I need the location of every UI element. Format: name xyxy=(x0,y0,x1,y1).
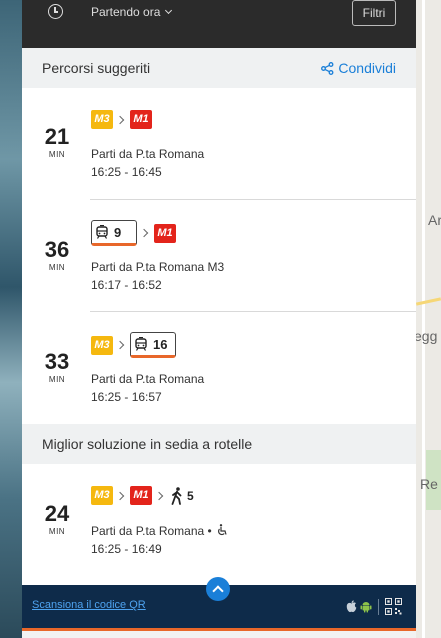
duration-minutes: 21 xyxy=(44,124,70,149)
tram-line-number: 9 xyxy=(114,224,122,240)
tram-line-number: 16 xyxy=(153,336,168,352)
departure-stop-text: Parti da P.ta Romana • xyxy=(91,524,212,538)
tram-line-badge: 16 xyxy=(130,332,176,358)
share-button[interactable]: Condividi xyxy=(321,60,396,76)
chevron-right-icon xyxy=(115,340,125,350)
tram-line-badge: 9 xyxy=(91,220,137,246)
metro-m3-badge: M3 xyxy=(91,335,113,355)
section-title: Percorsi suggeriti xyxy=(42,60,151,76)
map-label: egg xyxy=(416,328,438,344)
apple-icon[interactable] xyxy=(346,600,357,613)
route-legs: 9 M1 xyxy=(91,220,176,246)
chevron-right-icon xyxy=(139,228,149,238)
wheelchair-icon xyxy=(218,524,227,536)
app-store-links xyxy=(346,598,402,615)
map-label: Ar xyxy=(428,212,441,228)
divider xyxy=(378,598,379,615)
qr-code-icon[interactable] xyxy=(385,598,402,615)
tram-icon xyxy=(135,337,147,351)
route-times: 16:25 - 16:49 xyxy=(91,542,162,556)
duration-minutes: 33 xyxy=(44,349,70,374)
background-image-left xyxy=(0,0,22,638)
chevron-right-icon xyxy=(154,491,164,500)
duration-unit: MIN xyxy=(48,375,66,384)
departure-stop: Parti da P.ta Romana • xyxy=(91,524,228,538)
departure-stop: Parti da P.ta Romana xyxy=(91,372,205,386)
wheelchair-section-header: Miglior soluzione in sedia a rotelle xyxy=(22,424,416,464)
android-icon[interactable] xyxy=(360,600,372,613)
route-card[interactable]: 21 MIN M3 M1 Parti da P.ta Romana 16:25 … xyxy=(22,88,416,200)
metro-m1-badge: M1 xyxy=(130,110,152,129)
bottom-strip xyxy=(22,631,416,638)
metro-m1-badge: M1 xyxy=(130,486,152,505)
duration-unit: MIN xyxy=(48,150,66,159)
metro-m3-badge: M3 xyxy=(91,486,113,505)
duration: 24 MIN xyxy=(38,501,76,537)
chevron-down-icon xyxy=(165,6,173,15)
share-icon xyxy=(321,62,334,75)
route-times: 16:25 - 16:57 xyxy=(91,390,162,404)
duration: 36 MIN xyxy=(38,237,76,273)
route-times: 16:17 - 16:52 xyxy=(91,278,162,292)
tram-icon xyxy=(96,225,108,239)
scan-qr-link[interactable]: Scansiona il codice QR xyxy=(32,599,146,611)
metro-m3-badge: M3 xyxy=(91,110,113,129)
route-legs: M3 M1 5 xyxy=(91,486,194,505)
map-background[interactable]: Ar egg Re xyxy=(416,0,441,638)
duration: 21 MIN xyxy=(38,124,76,160)
section-title: Miglior soluzione in sedia a rotelle xyxy=(42,436,253,452)
expand-up-button[interactable] xyxy=(206,577,230,601)
clock-icon xyxy=(48,4,63,19)
chevron-right-icon xyxy=(115,115,125,124)
routes-panel: Partendo ora Filtri Percorsi suggeriti C… xyxy=(22,0,416,638)
duration-minutes: 24 xyxy=(44,501,70,526)
route-card[interactable]: 24 MIN M3 M1 5 Parti da P.ta Romana • 16… xyxy=(22,464,416,584)
departure-label: Partendo ora xyxy=(91,5,161,19)
route-card[interactable]: 36 MIN 9 M1 Parti da P.ta Romana M3 16:1… xyxy=(22,200,416,312)
metro-m1-badge: M1 xyxy=(154,223,176,243)
duration-unit: MIN xyxy=(48,263,66,272)
departure-stop: Parti da P.ta Romana xyxy=(91,147,205,161)
suggested-routes-header: Percorsi suggeriti Condividi xyxy=(22,48,416,88)
route-legs: M3 16 xyxy=(91,332,176,358)
route-legs: M3 M1 xyxy=(91,110,152,129)
filters-button[interactable]: Filtri xyxy=(352,0,396,26)
top-bar: Partendo ora Filtri xyxy=(22,0,416,48)
map-label: Re xyxy=(420,476,438,492)
walk-icon xyxy=(171,486,182,505)
duration: 33 MIN xyxy=(38,349,76,385)
chevron-right-icon xyxy=(115,491,125,500)
share-label: Condividi xyxy=(338,60,396,76)
walk-minutes: 5 xyxy=(187,488,194,503)
route-card[interactable]: 33 MIN M3 16 Parti da P.ta Romana 16:25 … xyxy=(22,312,416,424)
duration-minutes: 36 xyxy=(44,237,70,262)
departure-stop: Parti da P.ta Romana M3 xyxy=(91,260,225,274)
walk-leg: 5 xyxy=(171,486,194,505)
duration-unit: MIN xyxy=(48,527,66,536)
departure-time-dropdown[interactable]: Partendo ora xyxy=(91,5,173,19)
route-times: 16:25 - 16:45 xyxy=(91,165,162,179)
